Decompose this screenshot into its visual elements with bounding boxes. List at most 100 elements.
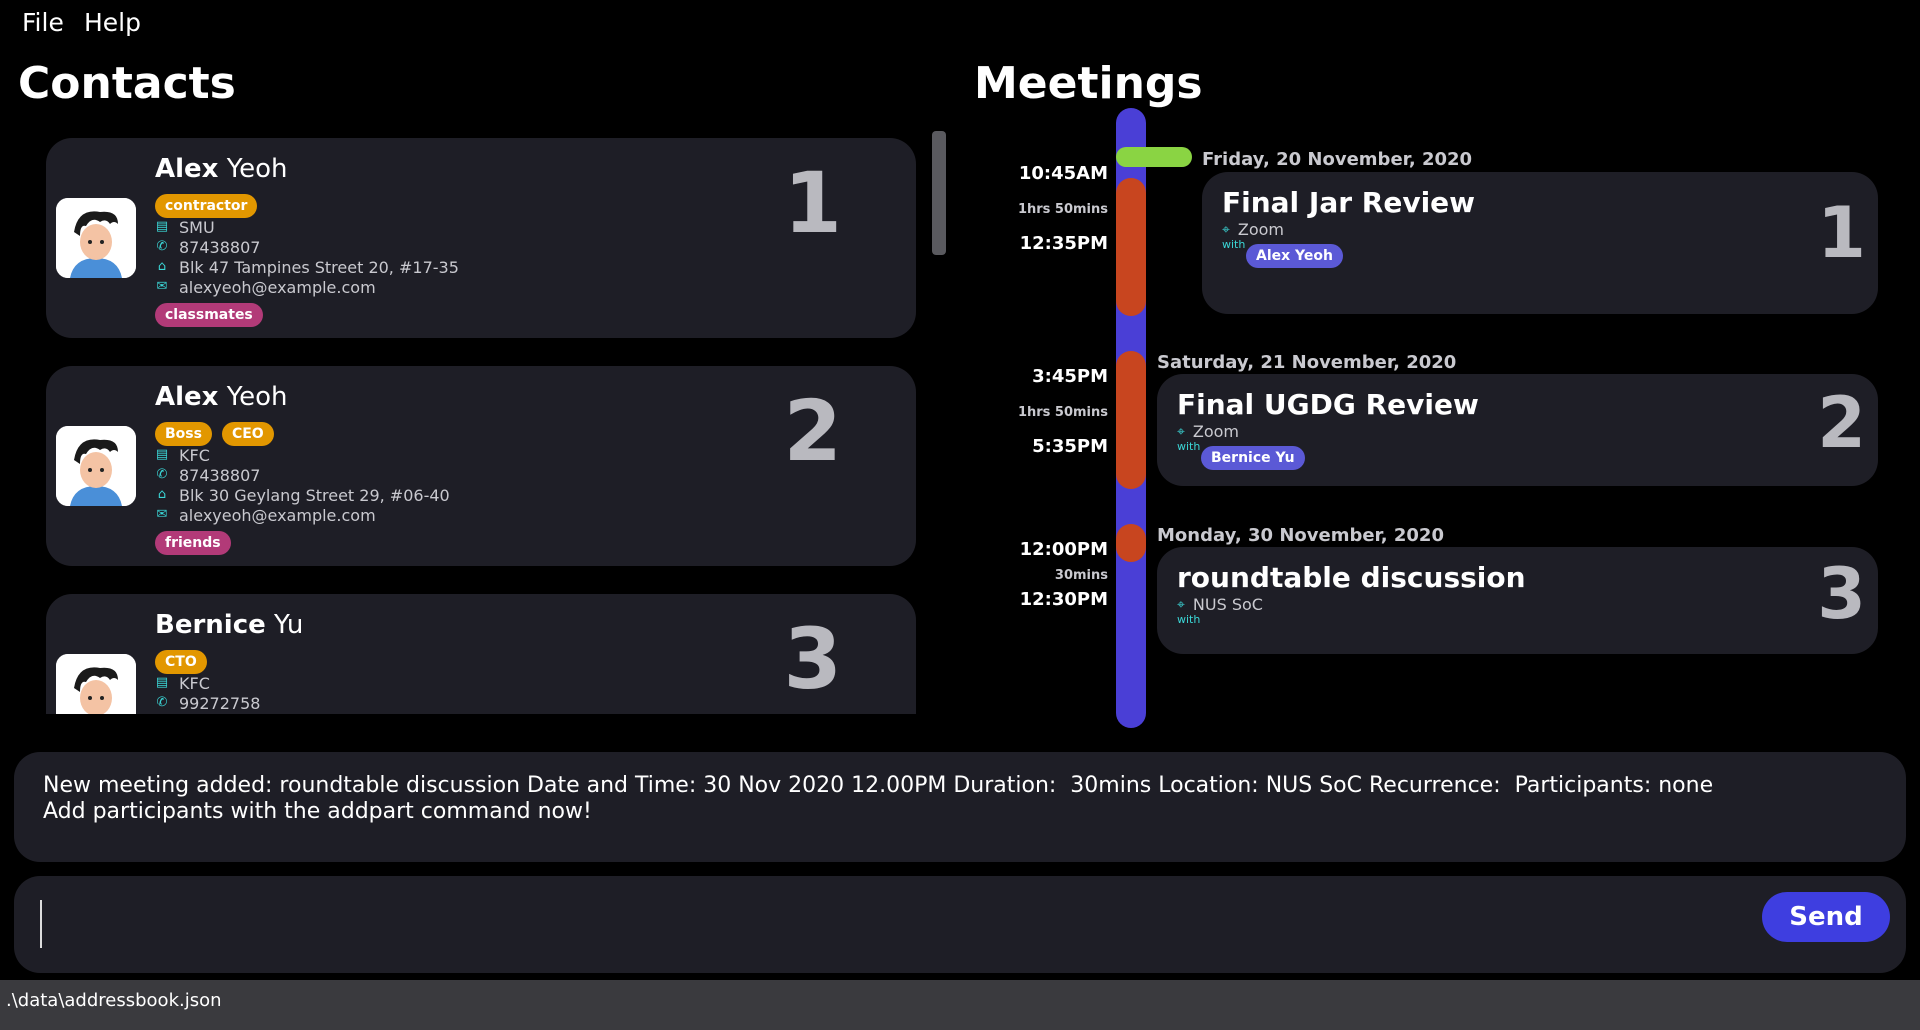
end-time: 12:30PM [1019,589,1108,610]
address-row: ⌂ Blk 30 Geylang Street 29, #06-40 [155,485,450,505]
phone-icon: ✆ [156,467,168,482]
meeting-title: roundtable discussion [1177,561,1526,594]
meeting-title: Final Jar Review [1222,186,1476,219]
contact-last-name: Yeoh [218,382,288,412]
address-row: ⌂ Blk 47 Tampines Street 20, #17-35 [155,257,459,277]
current-time-marker [1116,147,1192,167]
location-pin-icon: ⌖ [1177,596,1185,613]
building-icon: ▤ [155,675,169,690]
role-tags: contractor [155,194,258,218]
command-input[interactable] [40,900,1752,948]
meeting-index: 2 [1817,382,1866,464]
role-tags: CTO [155,650,207,674]
start-time: 12:00PM [1019,539,1108,560]
start-time: 10:45AM [1018,163,1108,184]
avatar [56,198,136,278]
menu-help[interactable]: Help [84,8,141,37]
contact-last-name: Yeoh [218,154,288,184]
avatar [56,654,136,714]
role-tag: CEO [221,422,274,446]
contact-first-name: Alex [155,382,219,412]
email-row: ✉ alexyeoh@example.com [155,505,376,525]
phone-icon: ✆ [156,695,168,710]
contact-name: Alex Yeoh [155,382,288,412]
email-row: ✉ alexyeoh@example.com [155,277,376,297]
contact-first-name: Bernice [155,610,266,640]
meeting-card[interactable]: roundtable discussion ⌖ NUS SoC with 3 [1157,547,1878,654]
meeting-date: Saturday, 21 November, 2020 [1157,352,1457,373]
address-value: Blk 47 Tampines Street 20, #17-35 [179,257,459,277]
menu-file[interactable]: File [22,8,64,37]
location-pin-icon: ⌖ [1222,221,1230,238]
role-tag: contractor [155,194,258,218]
send-button[interactable]: Send [1762,892,1890,942]
participant-tag: Alex Yeoh [1246,244,1343,268]
company-value: SMU [179,217,215,237]
result-message: New meeting added: roundtable discussion… [43,773,1714,824]
meeting-block [1116,524,1146,562]
meeting-card[interactable]: Final UGDG Review ⌖ Zoom with Bernice Yu … [1157,374,1878,486]
contact-list[interactable]: Alex Yeoh 1 contractor ▤ SMU ✆ 87438807 ⌂ B… [46,138,916,714]
building-icon: ▤ [155,447,169,462]
phone-row: ✆ 87438807 [155,237,261,257]
meeting-card[interactable]: Final Jar Review ⌖ Zoom with Alex Yeoh 1 [1202,172,1878,314]
contact-first-name: Alex [155,154,219,184]
group-tag: friends [155,531,231,555]
avatar [56,426,136,506]
save-location-path: .\data\addressbook.json [6,990,222,1011]
phone-value: 87438807 [179,237,261,257]
company-row: ▤ KFC [155,445,210,465]
meeting-location: ⌖ Zoom [1177,422,1239,441]
role-tags: Boss CEO [155,422,274,446]
avatar-illustration-icon [56,654,136,714]
end-time: 12:35PM [1019,233,1108,254]
contact-name: Bernice Yu [155,610,303,640]
group-tags: classmates [155,303,263,327]
menu-bar: File Help [0,0,1920,44]
with-label: with [1222,238,1246,251]
meeting-location: ⌖ Zoom [1222,220,1284,239]
location-value: Zoom [1237,220,1285,239]
with-label: with [1177,613,1201,626]
group-tag: classmates [155,303,263,327]
home-icon: ⌂ [157,259,167,274]
company-row: ▤ SMU [155,217,215,237]
status-bar: .\data\addressbook.json [0,980,1920,1030]
contact-card[interactable]: Alex Yeoh 1 contractor ▤ SMU ✆ 87438807 ⌂ B… [46,138,916,338]
meeting-location: ⌖ NUS SoC [1177,595,1263,614]
contact-name: Alex Yeoh [155,154,288,184]
contact-card[interactable]: Alex Yeoh 2 Boss CEO ▤ KFC ✆ 87438807 ⌂ Blk… [46,366,916,566]
company-value: KFC [179,673,210,693]
contacts-title: Contacts [18,58,236,109]
meeting-date: Friday, 20 November, 2020 [1202,149,1473,170]
contact-index: 3 [783,610,842,708]
result-display: New meeting added: roundtable discussion… [14,752,1906,862]
company-value: KFC [179,445,210,465]
location-pin-icon: ⌖ [1177,423,1185,440]
role-tag: CTO [155,650,207,674]
phone-icon: ✆ [156,239,168,254]
meeting-title: Final UGDG Review [1177,388,1479,421]
meeting-block [1116,178,1146,316]
location-value: NUS SoC [1192,595,1263,614]
avatar-illustration-icon [56,426,136,506]
avatar-illustration-icon [56,198,136,278]
contact-last-name: Yu [265,610,304,640]
with-label: with [1177,440,1201,453]
role-tag: Boss [155,422,212,446]
phone-value: 87438807 [179,465,261,485]
meeting-date: Monday, 30 November, 2020 [1157,525,1444,546]
phone-value: 99272758 [179,693,261,713]
building-icon: ▤ [155,219,169,234]
phone-row: ✆ 99272758 [155,693,261,713]
group-tags: friends [155,531,231,555]
company-row: ▤ KFC [155,673,210,693]
home-icon: ⌂ [157,487,167,502]
meeting-index: 1 [1817,192,1866,274]
duration-label: 30mins [1054,568,1108,583]
contact-card[interactable]: Bernice Yu 3 CTO ▤ KFC ✆ 99272758 [46,594,916,714]
meeting-index: 3 [1817,553,1866,635]
participant-tag: Bernice Yu [1201,446,1305,470]
contact-index: 1 [783,154,842,252]
meetings-title: Meetings [974,58,1203,109]
